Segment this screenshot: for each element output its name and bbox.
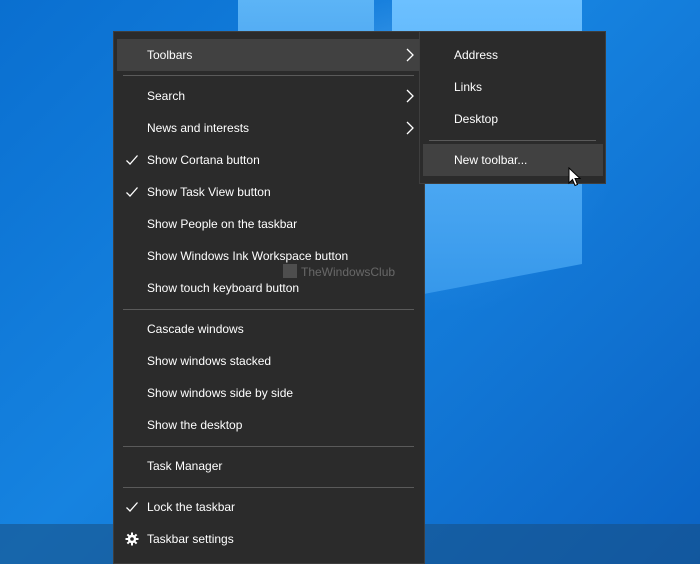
- menu-separator: [123, 487, 414, 488]
- taskbar-context-menu: Toolbars Search News and interests Show …: [113, 31, 425, 564]
- menu-item-label: Show Task View button: [147, 185, 271, 199]
- menu-item-label: Show touch keyboard button: [147, 281, 300, 295]
- svg-text:TheWindowsClub: TheWindowsClub: [301, 265, 395, 279]
- menu-item-taskbar-settings[interactable]: Taskbar settings: [117, 523, 421, 555]
- menu-item-label: Search: [147, 89, 186, 103]
- submenu-item-label: Desktop: [454, 112, 499, 126]
- menu-item-label: Task Manager: [147, 459, 223, 473]
- menu-item-show-cortana-button[interactable]: Show Cortana button: [117, 144, 421, 176]
- checkmark-icon: [126, 155, 138, 165]
- chevron-right-icon: [406, 121, 414, 135]
- menu-item-label: Cascade windows: [147, 322, 244, 336]
- menu-item-label: Show the desktop: [147, 418, 243, 432]
- gear-icon: [125, 532, 139, 546]
- watermark-logo: TheWindowsClub: [283, 264, 395, 279]
- menu-item-label: News and interests: [147, 121, 250, 135]
- menu-item-show-the-desktop[interactable]: Show the desktop: [117, 409, 421, 441]
- submenu-item-label: New toolbar...: [454, 153, 528, 167]
- chevron-right-icon: [406, 48, 414, 62]
- menu-item-show-windows-side-by-side[interactable]: Show windows side by side: [117, 377, 421, 409]
- menu-item-toolbars[interactable]: Toolbars: [117, 39, 421, 71]
- toolbars-submenu: Address Links Desktop New toolbar...: [419, 31, 606, 184]
- submenu-item-label: Links: [454, 80, 483, 94]
- checkmark-icon: [126, 187, 138, 197]
- submenu-item-desktop[interactable]: Desktop: [423, 103, 603, 135]
- menu-separator: [123, 446, 414, 447]
- chevron-right-icon: [406, 89, 414, 103]
- menu-item-show-task-view-button[interactable]: Show Task View button: [117, 176, 421, 208]
- menu-item-label: Show Cortana button: [147, 153, 260, 167]
- submenu-item-label: Address: [454, 48, 499, 62]
- menu-item-cascade-windows[interactable]: Cascade windows: [117, 313, 421, 345]
- menu-item-label: Taskbar settings: [147, 532, 234, 546]
- submenu-item-address[interactable]: Address: [423, 39, 603, 71]
- menu-item-label: Show windows side by side: [147, 386, 294, 400]
- menu-item-label: Lock the taskbar: [147, 500, 236, 514]
- menu-item-label: Show windows stacked: [147, 354, 272, 368]
- menu-separator: [429, 140, 596, 141]
- menu-item-label: Toolbars: [147, 48, 193, 62]
- menu-item-label: Show People on the taskbar: [147, 217, 298, 231]
- menu-item-show-windows-stacked[interactable]: Show windows stacked: [117, 345, 421, 377]
- menu-item-lock-the-taskbar[interactable]: Lock the taskbar: [117, 491, 421, 523]
- mouse-cursor-icon: [568, 167, 582, 187]
- menu-item-news-and-interests[interactable]: News and interests: [117, 112, 421, 144]
- menu-item-show-people[interactable]: Show People on the taskbar: [117, 208, 421, 240]
- menu-item-search[interactable]: Search: [117, 80, 421, 112]
- menu-separator: [123, 75, 414, 76]
- checkmark-icon: [126, 502, 138, 512]
- menu-separator: [123, 309, 414, 310]
- submenu-item-links[interactable]: Links: [423, 71, 603, 103]
- menu-item-task-manager[interactable]: Task Manager: [117, 450, 421, 482]
